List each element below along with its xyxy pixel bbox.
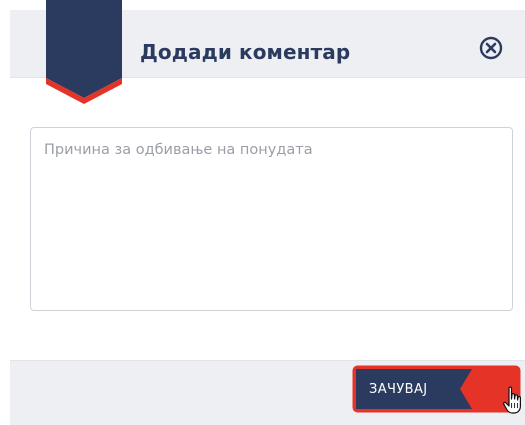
save-button-label: ЗАЧУВАЈ [369, 382, 428, 397]
save-button[interactable]: ЗАЧУВАЈ [352, 365, 524, 413]
comment-field-wrapper [30, 127, 513, 311]
hand-pointer-cursor-icon [503, 386, 521, 414]
reason-textarea[interactable] [30, 127, 513, 311]
dialog-header: Додади коментар [10, 0, 525, 104]
close-button[interactable] [478, 35, 504, 61]
dialog-title: Додади коментар [140, 40, 351, 64]
close-circle-x-icon [479, 36, 503, 60]
bookmark-ribbon-icon [46, 0, 122, 104]
